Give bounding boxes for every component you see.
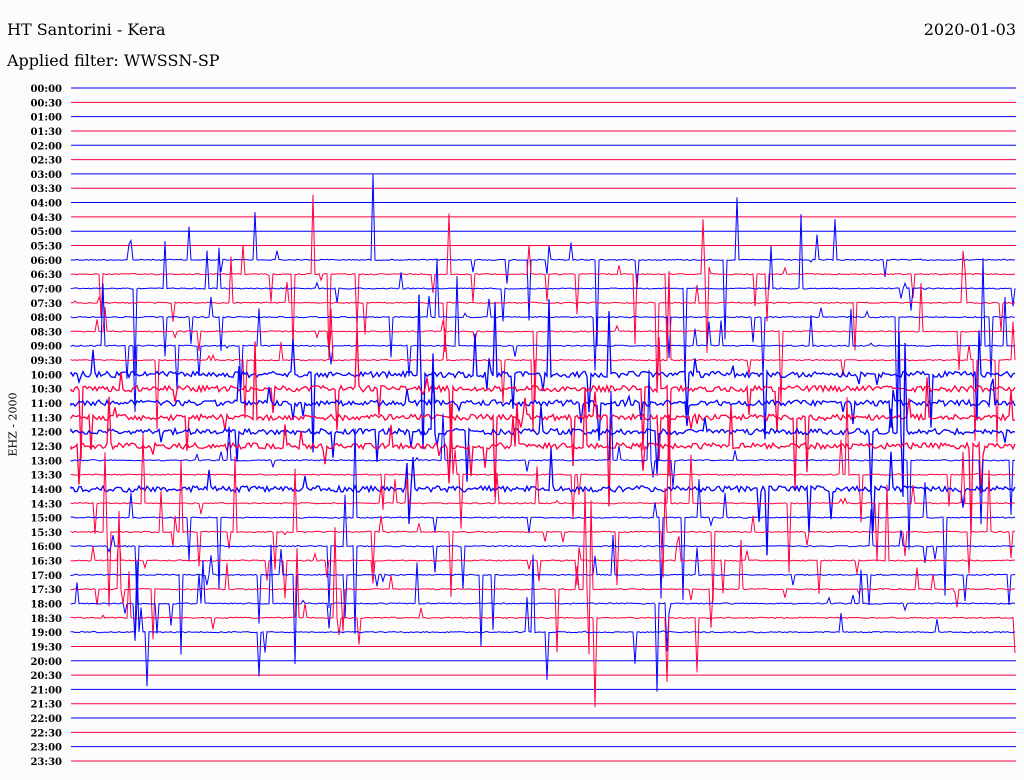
time-tick-label: 11:00: [30, 399, 62, 410]
time-tick-label: 08:30: [30, 327, 62, 338]
time-tick-label: 17:30: [30, 585, 62, 596]
time-tick-label: 13:00: [30, 456, 62, 467]
time-tick-label: 09:00: [30, 342, 62, 353]
time-tick-label: 22:30: [30, 728, 62, 739]
time-tick-label: 10:00: [30, 370, 62, 381]
time-tick-label: 13:30: [30, 471, 62, 482]
time-tick-label: 06:00: [30, 256, 62, 267]
seismic-trace-0730: [70, 250, 1016, 393]
time-tick-label: 19:30: [30, 642, 62, 653]
time-tick-label: 20:30: [30, 671, 62, 682]
time-tick-label: 18:00: [30, 599, 62, 610]
time-tick-label: 19:00: [30, 628, 62, 639]
time-tick-label: 05:00: [30, 227, 62, 238]
seismic-trace-0800: [70, 258, 1016, 418]
time-tick-label: 14:30: [30, 499, 62, 510]
time-tick-label: 01:30: [30, 127, 62, 138]
time-tick-label: 12:30: [30, 442, 62, 453]
time-tick-label: 00:00: [30, 84, 62, 95]
time-tick-label: 06:30: [30, 270, 62, 281]
time-tick-label: 02:30: [30, 156, 62, 167]
time-tick-label: 04:30: [30, 213, 62, 224]
seismic-trace-0930: [70, 271, 1016, 443]
time-tick-label: 11:30: [30, 413, 62, 424]
time-tick-label: 05:30: [30, 242, 62, 253]
time-tick-label: 16:30: [30, 557, 62, 568]
time-tick-label: 22:00: [30, 714, 62, 725]
time-tick-label: 03:00: [30, 170, 62, 181]
time-tick-label: 10:30: [30, 385, 62, 396]
time-tick-label: 02:00: [30, 141, 62, 152]
time-tick-label: 03:30: [30, 184, 62, 195]
time-tick-label: 01:00: [30, 113, 62, 124]
seismic-trace-1630: [70, 484, 1016, 599]
time-tick-label: 14:00: [30, 485, 62, 496]
time-tick-label: 15:00: [30, 514, 62, 525]
time-tick-label: 21:30: [30, 700, 62, 711]
time-tick-label: 23:00: [30, 743, 62, 754]
seismic-trace-0630: [70, 194, 1016, 360]
time-tick-label: 07:30: [30, 299, 62, 310]
time-tick-label: 08:00: [30, 313, 62, 324]
helicorder-plot: 00:00 00:30 01:00 01:30 02:00 02:30 03:00 03:30…: [30, 84, 1016, 768]
seismic-trace-1830: [70, 527, 1016, 708]
seismic-trace-1700: [70, 534, 1016, 665]
seismic-trace-1400: [70, 448, 1016, 556]
time-tick-label: 21:00: [30, 685, 62, 696]
time-tick-label: 23:30: [30, 757, 62, 768]
time-tick-label: 16:00: [30, 542, 62, 553]
time-tick-label: 04:00: [30, 199, 62, 210]
time-tick-label: 07:00: [30, 284, 62, 295]
time-tick-label: 17:00: [30, 571, 62, 582]
time-tick-label: 12:00: [30, 428, 62, 439]
seismic-trace-0600: [70, 173, 1016, 346]
time-tick-label: 09:30: [30, 356, 62, 367]
time-tick-label: 00:30: [30, 98, 62, 109]
time-tick-label: 20:00: [30, 657, 62, 668]
time-tick-label: 18:30: [30, 614, 62, 625]
time-tick-label: 15:30: [30, 528, 62, 539]
